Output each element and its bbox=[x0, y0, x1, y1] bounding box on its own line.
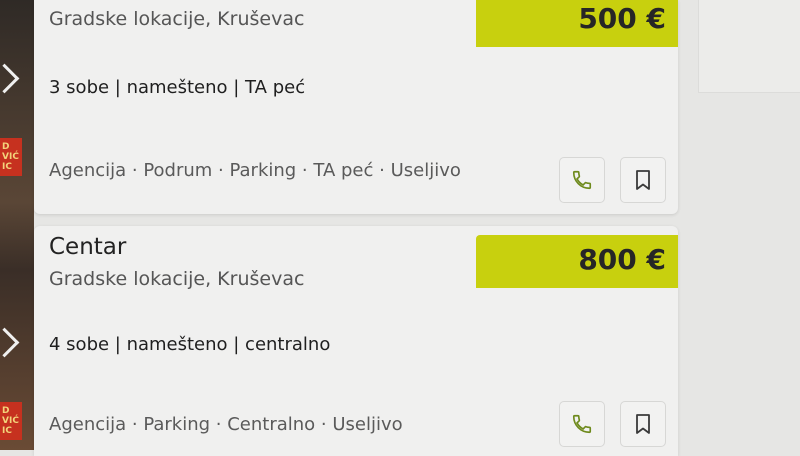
logo-badge: D VIĆ IC bbox=[0, 402, 22, 440]
bookmark-icon bbox=[636, 414, 650, 434]
save-button[interactable] bbox=[620, 401, 666, 447]
call-button[interactable] bbox=[559, 401, 605, 447]
listing-location: Gradske lokacije, Kruševac bbox=[49, 8, 305, 30]
listing-summary: 3 sobe | namešteno | TA peć bbox=[49, 77, 306, 98]
listing-summary: 4 sobe | namešteno | centralno bbox=[49, 334, 331, 355]
listing-card[interactable]: Gradske lokacije, Kruševac 500 € 3 sobe … bbox=[34, 0, 678, 214]
logo-badge: D VIĆ IC bbox=[0, 138, 22, 176]
phone-icon bbox=[572, 170, 592, 190]
adjacent-card-edge bbox=[698, 0, 800, 93]
call-button[interactable] bbox=[559, 157, 605, 203]
listing-features: Agencija · Parking · Centralno · Useljiv… bbox=[49, 414, 403, 435]
price-badge: 500 € bbox=[476, 0, 678, 47]
listing-features: Agencija · Podrum · Parking · TA peć · U… bbox=[49, 160, 461, 181]
bookmark-icon bbox=[636, 170, 650, 190]
phone-icon bbox=[572, 414, 592, 434]
listing-card[interactable]: Centar Gradske lokacije, Kruševac 800 € … bbox=[34, 226, 678, 456]
price-badge: 800 € bbox=[476, 235, 678, 288]
save-button[interactable] bbox=[620, 157, 666, 203]
listing-location: Gradske lokacije, Kruševac bbox=[49, 268, 305, 290]
chevron-right-icon[interactable] bbox=[0, 327, 20, 358]
adjacent-panel-strip: D VIĆ IC D VIĆ IC bbox=[0, 0, 34, 450]
listing-title[interactable]: Centar bbox=[49, 234, 126, 260]
chevron-right-icon[interactable] bbox=[0, 63, 20, 94]
